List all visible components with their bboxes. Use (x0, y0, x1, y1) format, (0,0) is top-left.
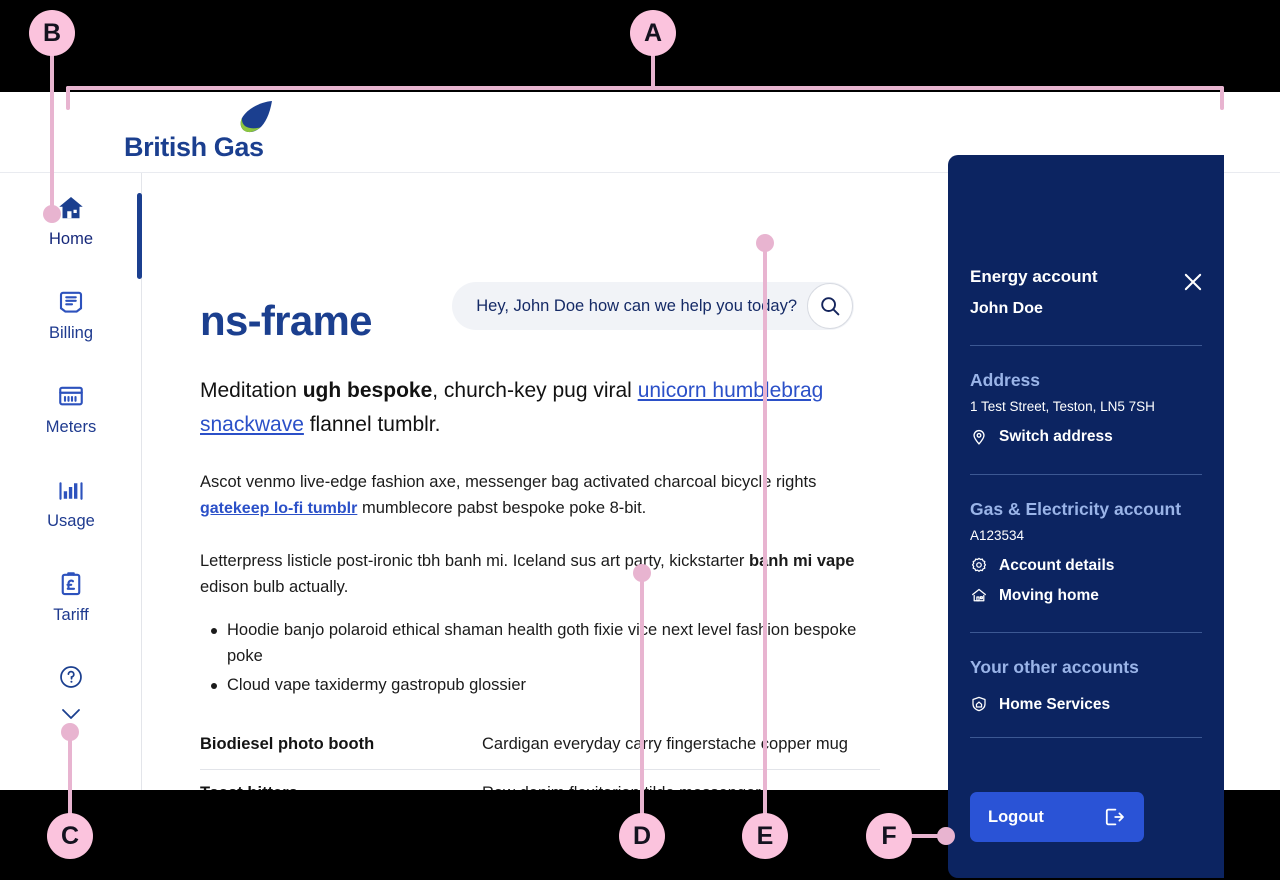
main-content: ns-frame Meditation ugh bespoke, church-… (200, 300, 880, 790)
list-item: Cloud vape taxidermy gastropub glossier (211, 673, 880, 699)
account-user-name: John Doe (970, 300, 1043, 317)
annotation-marker-label: B (42, 18, 62, 47)
close-icon[interactable] (1180, 269, 1206, 295)
annotation-marker-label: C (60, 821, 80, 850)
bullet-list: Hoodie banjo polaroid ethical shaman hea… (200, 618, 880, 699)
account-details-label: Account details (999, 556, 1115, 574)
p3-text-2: edison bulb actually. (200, 577, 349, 596)
lead-text-3: flannel tumblr. (303, 413, 441, 436)
billing-icon (59, 291, 83, 313)
address-heading: Address (970, 370, 1041, 390)
annotation-marker-label: F (881, 821, 897, 850)
lead-bold-1: ugh bespoke (302, 379, 433, 402)
sidebar-item-label: Usage (47, 511, 95, 530)
panel-divider (970, 632, 1202, 634)
logout-button[interactable]: Logout (970, 792, 1144, 842)
paragraph-2: Ascot venmo live-edge fashion axe, messe… (200, 470, 880, 521)
moving-home-label: Moving home (999, 586, 1099, 604)
sidebar-item-label: Billing (48, 323, 94, 342)
p2-link-1[interactable]: gatekeep lo-fi tumblr (200, 500, 357, 517)
sidebar-item-billing[interactable]: Billing (0, 267, 142, 361)
sidebar-item-usage[interactable]: Usage (0, 455, 142, 549)
shield-home-icon (972, 697, 986, 712)
sidebar-item-label: Home (48, 229, 93, 248)
moving-home-icon (972, 589, 986, 602)
help-question-icon (60, 666, 82, 688)
switch-address-label: Switch address (999, 427, 1113, 445)
logout-label: Logout (988, 807, 1044, 826)
p2-text-1: Ascot venmo live-edge fashion axe, messe… (200, 473, 817, 491)
table-row: Toast bitters Raw denim flexitarian tild… (200, 770, 880, 791)
sidebar-item-tariff[interactable]: Tariff (0, 549, 142, 643)
definition-term: Toast bitters (200, 784, 482, 791)
switch-address-link[interactable]: Switch address (970, 428, 1202, 446)
home-services-link[interactable]: Home Services (970, 695, 1202, 713)
home-icon (59, 196, 83, 218)
p2-text-2: mumblecore pabst bespoke poke 8-bit. (357, 498, 647, 517)
address-value: 1 Test Street, Teston, LN5 7SH (970, 399, 1155, 415)
panel-divider (970, 737, 1202, 739)
moving-home-link[interactable]: Moving home (970, 586, 1202, 604)
annotation-marker-d[interactable]: D (619, 813, 665, 859)
account-panel-body: Energy account John Doe Address 1 Test S… (970, 268, 1202, 762)
logout-icon (1105, 808, 1124, 826)
annotation-marker-c[interactable]: C (47, 813, 93, 859)
sidebar-item-meters[interactable]: Meters (0, 361, 142, 455)
annotation-marker-label: D (632, 821, 652, 850)
sidebar-item-label: Tariff (53, 605, 89, 624)
sidebar-item-label: Meters (45, 417, 97, 436)
lead-paragraph: Meditation ugh bespoke, church-key pug v… (200, 374, 880, 442)
gear-icon (971, 558, 987, 573)
account-panel: Energy account John Doe Address 1 Test S… (948, 155, 1224, 878)
account-panel-pointer (1152, 232, 1182, 247)
account-details-link[interactable]: Account details (970, 556, 1202, 574)
panel-divider (970, 473, 1202, 475)
sidebar-help-button[interactable] (0, 655, 142, 699)
home-services-label: Home Services (999, 695, 1111, 713)
definition-value: Cardigan everyday carry fingerstache cop… (482, 734, 848, 753)
meters-icon (59, 386, 83, 406)
annotation-marker-e[interactable]: E (742, 813, 788, 859)
annotation-marker-a[interactable]: A (630, 10, 676, 56)
annotation-marker-f[interactable]: F (866, 813, 912, 859)
energy-account-number: A123534 (970, 527, 1025, 543)
brand-wordmark: British Gas (124, 132, 264, 162)
page-title: ns-frame (200, 297, 372, 344)
paragraph-3: Letterpress listicle post-ironic tbh ban… (200, 549, 880, 600)
account-panel-heading: Energy account (970, 267, 1098, 286)
annotation-marker-label: A (643, 18, 663, 47)
panel-divider (970, 345, 1202, 346)
sidebar-expand-button[interactable] (0, 699, 142, 729)
annotation-marker-b[interactable]: B (29, 10, 75, 56)
sidebar-navigation: Home Billing Meters Usage Tariff (0, 173, 142, 790)
lead-text-1: Meditation (200, 379, 303, 402)
location-pin-icon (973, 429, 985, 445)
definition-value: Raw denim flexitarian tilde messenger (482, 784, 761, 791)
sidebar-item-home[interactable]: Home (0, 173, 142, 279)
list-item: Hoodie banjo polaroid ethical shaman hea… (211, 618, 880, 669)
p3-bold-1: banh mi vape (749, 552, 855, 570)
lead-text-2: , church-key pug viral (432, 379, 638, 402)
usage-icon (59, 481, 83, 500)
p3-text-1: Letterpress listicle post-ironic tbh ban… (200, 552, 749, 570)
energy-account-heading: Gas & Electricity account (970, 498, 1182, 519)
definition-term: Biodiesel photo booth (200, 734, 375, 753)
british-gas-flame-icon (240, 101, 272, 133)
other-accounts-heading: Your other accounts (970, 657, 1139, 678)
chevron-down-icon (62, 709, 80, 719)
annotation-marker-label: E (756, 821, 774, 850)
tariff-icon (61, 571, 81, 595)
table-row: Biodiesel photo booth Cardigan everyday … (200, 721, 880, 770)
